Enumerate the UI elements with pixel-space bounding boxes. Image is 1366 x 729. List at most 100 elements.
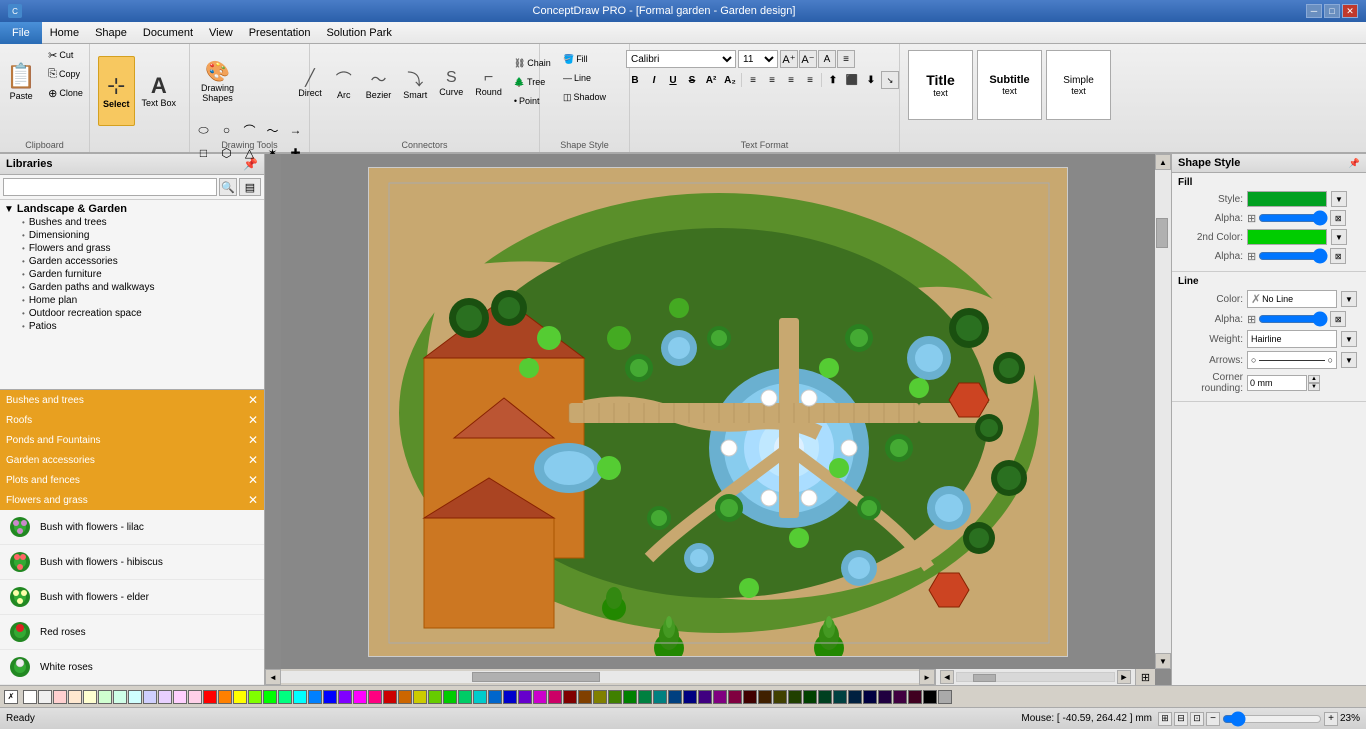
solution-park-menu[interactable]: Solution Park: [318, 22, 399, 44]
color-swatch[interactable]: [263, 690, 277, 704]
cut-button[interactable]: ✂ Cut: [43, 46, 88, 64]
color-swatch[interactable]: [383, 690, 397, 704]
panel-roofs-close[interactable]: ✕: [248, 413, 258, 427]
shadow-button[interactable]: ◫ Shadow: [558, 88, 611, 106]
panel-garden-accessories-header[interactable]: Garden accessories ✕: [0, 450, 264, 470]
color-swatch[interactable]: [653, 690, 667, 704]
color-swatch[interactable]: [773, 690, 787, 704]
color-swatch[interactable]: [518, 690, 532, 704]
paste-button[interactable]: 📋 Paste: [1, 46, 41, 116]
color-swatch[interactable]: [98, 690, 112, 704]
hscroll-thumb[interactable]: [472, 672, 600, 682]
tree-item-flowers[interactable]: •Flowers and grass: [2, 242, 262, 255]
scroll-left-btn[interactable]: ◄: [265, 669, 281, 685]
font-color-btn[interactable]: A: [818, 50, 836, 68]
panel-plots-header[interactable]: Plots and fences ✕: [0, 470, 264, 490]
page-prev-btn[interactable]: ◄: [940, 670, 954, 684]
font-select[interactable]: Calibri: [626, 50, 736, 68]
color-swatch[interactable]: [473, 690, 487, 704]
maximize-btn[interactable]: □: [1324, 4, 1340, 18]
color-swatch[interactable]: [548, 690, 562, 704]
color-swatch[interactable]: [608, 690, 622, 704]
color-swatch[interactable]: [533, 690, 547, 704]
color-swatch[interactable]: [578, 690, 592, 704]
color-swatch[interactable]: [143, 690, 157, 704]
panel-plots-close[interactable]: ✕: [248, 473, 258, 487]
fill-button[interactable]: 🪣 Fill: [558, 50, 611, 68]
lib-item-red-roses[interactable]: Red roses: [0, 615, 264, 650]
simple-style-box[interactable]: Simple text: [1046, 50, 1111, 120]
color-swatch[interactable]: [353, 690, 367, 704]
lib-item-hibiscus[interactable]: Bush with flowers - hibiscus: [0, 545, 264, 580]
zoom-fit-btn[interactable]: ⊞: [1158, 712, 1172, 726]
shape-curve[interactable]: 〜: [262, 119, 284, 141]
color-swatch[interactable]: [188, 690, 202, 704]
color-swatch[interactable]: [563, 690, 577, 704]
tree-item-furniture[interactable]: •Garden furniture: [2, 268, 262, 281]
color-swatch[interactable]: [893, 690, 907, 704]
color-swatch[interactable]: [623, 690, 637, 704]
color-swatch[interactable]: [638, 690, 652, 704]
line-alpha-reset[interactable]: ⊠: [1330, 311, 1346, 327]
canvas-area[interactable]: ▲ ▼ ◄ ► ◄ ► ⊞: [265, 154, 1171, 685]
color-swatch[interactable]: [338, 690, 352, 704]
tree-item-patios[interactable]: •Patios: [2, 320, 262, 333]
round-connector[interactable]: ⌐ Round: [470, 50, 507, 115]
fill-style-dropdown[interactable]: ▼: [1331, 191, 1347, 207]
line-weight-value[interactable]: Hairline: [1247, 330, 1337, 348]
color-swatch[interactable]: [713, 690, 727, 704]
lib-item-elder[interactable]: Bush with flowers - elder: [0, 580, 264, 615]
copy-button[interactable]: ⎘ Copy: [43, 65, 88, 83]
color-swatch[interactable]: [368, 690, 382, 704]
minimize-btn[interactable]: ─: [1306, 4, 1322, 18]
color-swatch[interactable]: [443, 690, 457, 704]
shape-circle[interactable]: ○: [216, 119, 238, 141]
align-center-btn[interactable]: ≡: [763, 71, 781, 89]
view-menu[interactable]: View: [201, 22, 241, 44]
palette-no-fill[interactable]: ✗: [4, 690, 18, 704]
color-swatch[interactable]: [293, 690, 307, 704]
align-justify-btn[interactable]: ≡: [801, 71, 819, 89]
drawing-canvas[interactable]: [281, 154, 1155, 669]
document-menu[interactable]: Document: [135, 22, 201, 44]
superscript-btn[interactable]: A²: [702, 71, 720, 89]
color-swatch[interactable]: [818, 690, 832, 704]
color-swatch[interactable]: [863, 690, 877, 704]
color-swatch[interactable]: [413, 690, 427, 704]
color-swatch[interactable]: [398, 690, 412, 704]
valign-middle-btn[interactable]: ⬛: [843, 71, 861, 89]
zoom-actual-btn[interactable]: ⊟: [1174, 712, 1188, 726]
color-swatch[interactable]: [878, 690, 892, 704]
tree-item-dimensioning[interactable]: •Dimensioning: [2, 229, 262, 242]
panel-flowers-header[interactable]: Flowers and grass ✕: [0, 490, 264, 510]
color-swatch[interactable]: [458, 690, 472, 704]
color-swatch[interactable]: [323, 690, 337, 704]
fill-alpha2-reset[interactable]: ⊠: [1330, 248, 1346, 264]
color-swatch[interactable]: [743, 690, 757, 704]
page-scroll-thumb[interactable]: [973, 674, 997, 682]
line-color-box[interactable]: ✗ No Line: [1247, 290, 1337, 308]
shape-menu[interactable]: Shape: [87, 22, 135, 44]
tree-item-paths[interactable]: •Garden paths and walkways: [2, 281, 262, 294]
fill-2ndcolor[interactable]: [1247, 229, 1327, 245]
color-swatch[interactable]: [308, 690, 322, 704]
presentation-menu[interactable]: Presentation: [241, 22, 319, 44]
direct-connector[interactable]: ╱ Direct: [293, 50, 327, 115]
color-swatch[interactable]: [848, 690, 862, 704]
corner-rounding-up-btn[interactable]: ▲: [1308, 375, 1320, 383]
canvas-scroll-horizontal[interactable]: ◄ ► ◄ ► ⊞: [265, 669, 1155, 685]
zoom-minus-btn[interactable]: −: [1206, 712, 1220, 726]
lib-item-lilac[interactable]: Bush with flowers - lilac: [0, 510, 264, 545]
panel-bushes-close[interactable]: ✕: [248, 393, 258, 407]
tree-item-accessories[interactable]: •Garden accessories: [2, 255, 262, 268]
size-select[interactable]: 11: [738, 50, 778, 68]
line-arrows-value[interactable]: ○ ○: [1247, 351, 1337, 369]
scroll-down-btn[interactable]: ▼: [1155, 653, 1171, 669]
bezier-connector[interactable]: 〜 Bezier: [361, 50, 397, 115]
tree-root-landscape[interactable]: ▼ Landscape & Garden: [2, 202, 262, 216]
page-next-btn[interactable]: ►: [1117, 670, 1131, 684]
color-swatch[interactable]: [173, 690, 187, 704]
color-swatch[interactable]: [248, 690, 262, 704]
line-arrows-dropdown[interactable]: ▼: [1341, 352, 1357, 368]
drawing-shapes-button[interactable]: 🎨 Drawing Shapes: [193, 46, 243, 116]
